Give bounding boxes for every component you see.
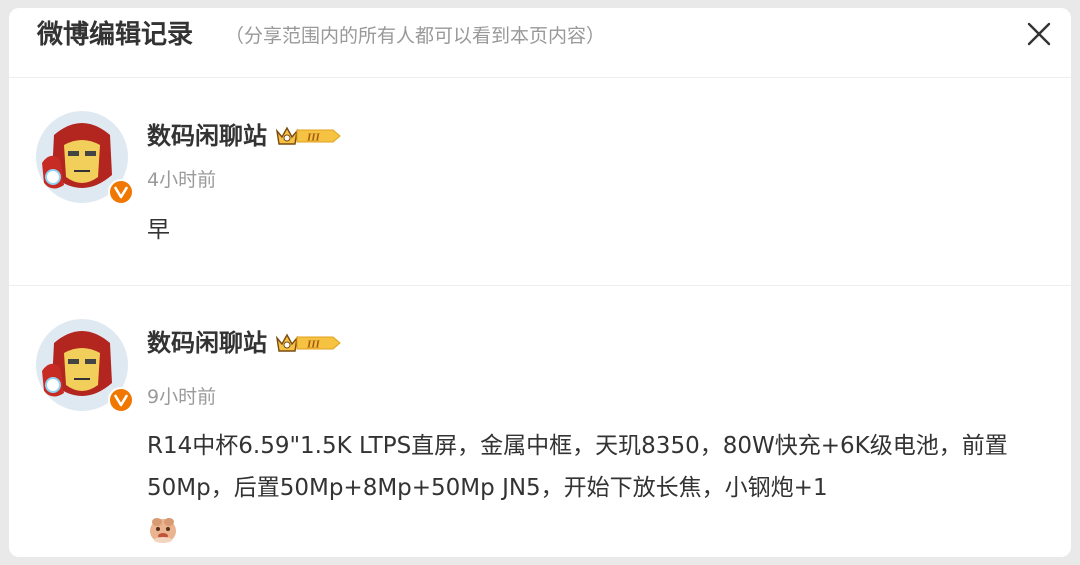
edit-record-item: 数码闲聊站 III 9小时前 R14中杯6.59"1.5K LTPS直屏，金属中…: [9, 287, 1071, 557]
post-content: R14中杯6.59"1.5K LTPS直屏，金属中框，天玑8350，80W快充+…: [147, 433, 1008, 501]
doge-emoji-icon: [147, 513, 179, 545]
verified-v-icon: [108, 179, 134, 205]
dialog-title: 微博编辑记录: [37, 20, 194, 50]
timestamp: 4小时前: [147, 169, 217, 191]
vip-level-text: III: [306, 339, 321, 351]
dialog-header: 微博编辑记录 （分享范围内的所有人都可以看到本页内容）: [9, 8, 1071, 78]
vip-crown-icon: III: [275, 124, 341, 148]
username[interactable]: 数码闲聊站: [147, 119, 267, 153]
vip-crown-icon: III: [275, 331, 341, 355]
avatar[interactable]: [36, 319, 134, 413]
timestamp: 9小时前: [147, 386, 217, 408]
user-row: 数码闲聊站 III: [147, 326, 341, 360]
edit-history-dialog: 微博编辑记录 （分享范围内的所有人都可以看到本页内容） 数码闲聊站 III 4小…: [9, 8, 1071, 557]
vip-level-text: III: [306, 132, 321, 144]
verified-v-icon: [108, 387, 134, 413]
close-icon: [1027, 22, 1051, 46]
avatar[interactable]: [36, 111, 134, 205]
username[interactable]: 数码闲聊站: [147, 326, 267, 360]
close-button[interactable]: [1025, 20, 1053, 48]
user-row: 数码闲聊站 III: [147, 119, 341, 153]
post-content: 早: [147, 217, 170, 243]
dialog-subtitle: （分享范围内的所有人都可以看到本页内容）: [225, 25, 606, 47]
edit-record-item: 数码闲聊站 III 4小时前 早: [9, 78, 1071, 286]
